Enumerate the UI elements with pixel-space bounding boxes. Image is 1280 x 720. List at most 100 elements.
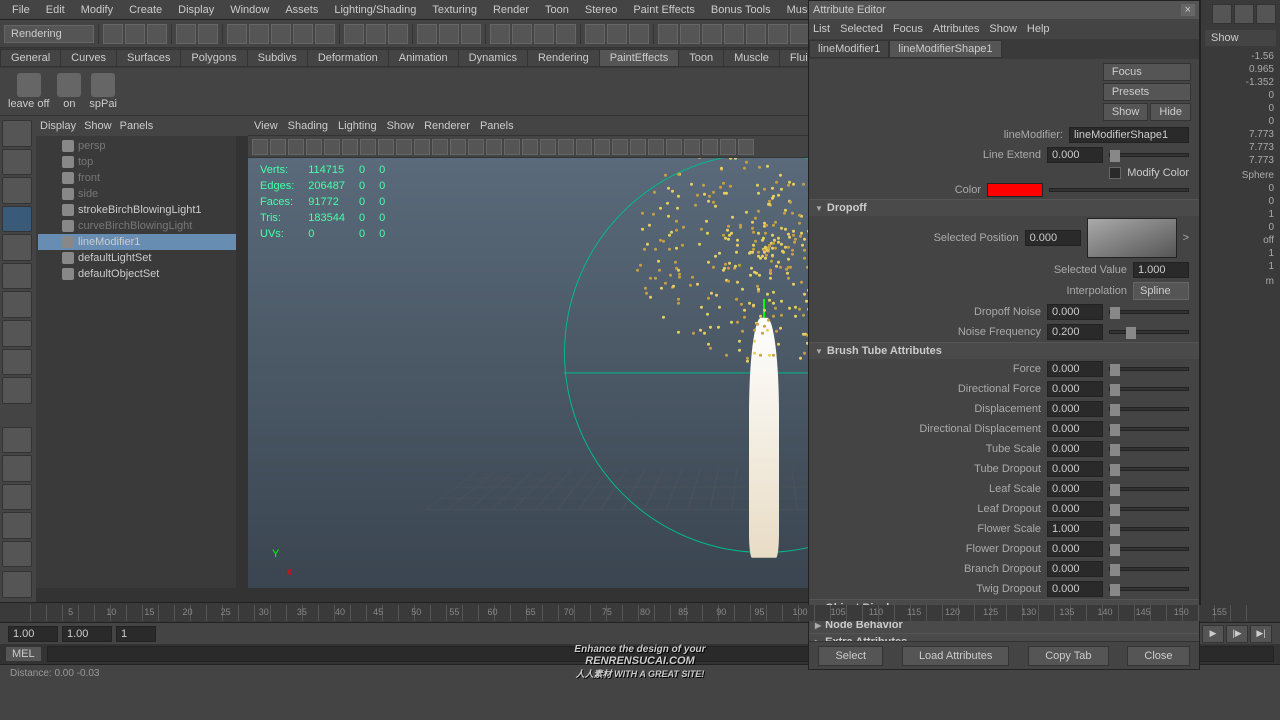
outliner-menu-display[interactable]: Display [40, 120, 76, 132]
brush-tube-section-header[interactable]: Brush Tube Attributes [809, 343, 1199, 359]
save-scene-icon[interactable] [147, 24, 167, 44]
tube_dropout-slider[interactable] [1109, 467, 1189, 471]
misc1-icon[interactable] [658, 24, 678, 44]
last-tool[interactable] [2, 377, 32, 404]
menu-stereo[interactable]: Stereo [577, 4, 625, 16]
outliner-item-curveBirchBlowingLight[interactable]: curveBirchBlowingLight [38, 218, 246, 234]
displacement-field[interactable] [1047, 401, 1103, 417]
construction-icon[interactable] [388, 24, 408, 44]
leaf_dropout-slider[interactable] [1109, 507, 1189, 511]
section-ExtraAttributes[interactable]: Extra Attributes [809, 634, 1199, 641]
vp-icon-15[interactable] [522, 139, 538, 155]
snap-grid-icon[interactable] [227, 24, 247, 44]
noise-freq-slider[interactable] [1109, 330, 1189, 334]
menu-edit[interactable]: Edit [38, 4, 73, 16]
close-icon[interactable]: × [1181, 4, 1195, 16]
leaf_scale-field[interactable] [1047, 481, 1103, 497]
shelf-item-on[interactable]: on [57, 73, 81, 110]
attr-tab-lineModifier1[interactable]: lineModifier1 [809, 40, 889, 58]
cmd-lang-label[interactable]: MEL [6, 647, 41, 661]
shelf-tab-muscle[interactable]: Muscle [723, 49, 780, 67]
vp-icon-2[interactable] [288, 139, 304, 155]
vp-icon-18[interactable] [576, 139, 592, 155]
misc4-icon[interactable] [724, 24, 744, 44]
attr-close-button[interactable]: Close [1127, 646, 1189, 666]
channel-icon[interactable] [1212, 4, 1232, 24]
attr-menu-help[interactable]: Help [1027, 23, 1050, 35]
help-tool-icon[interactable] [2, 571, 32, 598]
dropoff-section-header[interactable]: Dropoff [809, 200, 1199, 216]
directional_force-field[interactable] [1047, 381, 1103, 397]
layout3-icon[interactable] [534, 24, 554, 44]
open-scene-icon[interactable] [125, 24, 145, 44]
vp-icon-16[interactable] [540, 139, 556, 155]
layout-a-icon[interactable] [2, 484, 32, 511]
ipr-render-icon[interactable] [439, 24, 459, 44]
range-start-field[interactable] [8, 626, 58, 642]
misc5-icon[interactable] [746, 24, 766, 44]
outliner-item-strokeBirchBlowingLight1[interactable]: strokeBirchBlowingLight1 [38, 202, 246, 218]
single-view-icon[interactable] [2, 427, 32, 454]
interpolation-dropdown[interactable]: Spline [1133, 282, 1189, 300]
attr-select-button[interactable]: Select [818, 646, 883, 666]
vp-icon-4[interactable] [324, 139, 340, 155]
vp-icon-10[interactable] [432, 139, 448, 155]
vp-icon-12[interactable] [468, 139, 484, 155]
menu-modify[interactable]: Modify [73, 4, 121, 16]
directional_displacement-slider[interactable] [1109, 427, 1189, 431]
attr-load-attributes-button[interactable]: Load Attributes [902, 646, 1009, 666]
vp-icon-26[interactable] [720, 139, 736, 155]
leaf_scale-slider[interactable] [1109, 487, 1189, 491]
attr-menu-show[interactable]: Show [989, 23, 1017, 35]
tube_dropout-field[interactable] [1047, 461, 1103, 477]
line-extend-slider[interactable] [1109, 153, 1189, 157]
shelf-item-spPai[interactable]: spPai [89, 73, 117, 110]
color-swatch[interactable] [987, 183, 1043, 197]
shelf-tab-animation[interactable]: Animation [388, 49, 459, 67]
range-start2-field[interactable] [62, 626, 112, 642]
twig_dropout-slider[interactable] [1109, 587, 1189, 591]
displacement-slider[interactable] [1109, 407, 1189, 411]
shelf-item-leaveoff[interactable]: leave off [8, 73, 49, 110]
force-field[interactable] [1047, 361, 1103, 377]
outliner-menu-panels[interactable]: Panels [120, 120, 154, 132]
layout-c-icon[interactable] [2, 541, 32, 568]
force-slider[interactable] [1109, 367, 1189, 371]
twig_dropout-field[interactable] [1047, 581, 1103, 597]
menu-file[interactable]: File [4, 4, 38, 16]
layout-icon[interactable] [490, 24, 510, 44]
snap-curve-icon[interactable] [249, 24, 269, 44]
menu-assets[interactable]: Assets [277, 4, 326, 16]
vp-icon-17[interactable] [558, 139, 574, 155]
outliner-hscroll[interactable] [36, 588, 248, 602]
attr-tab-lineModifierShape1[interactable]: lineModifierShape1 [889, 40, 1001, 58]
vp-icon-20[interactable] [612, 139, 628, 155]
play-button[interactable]: ▶ [1202, 625, 1224, 643]
vp-icon-23[interactable] [666, 139, 682, 155]
attr-copy-tab-button[interactable]: Copy Tab [1028, 646, 1108, 666]
layout4-icon[interactable] [556, 24, 576, 44]
vp-icon-13[interactable] [486, 139, 502, 155]
color-slider[interactable] [1049, 188, 1189, 192]
outliner-tree[interactable]: persptopfrontsidestrokeBirchBlowingLight… [36, 136, 248, 588]
menu-display[interactable]: Display [170, 4, 222, 16]
vp-icon-21[interactable] [630, 139, 646, 155]
misc6-icon[interactable] [768, 24, 788, 44]
show-manip-tool[interactable] [2, 349, 32, 376]
outliner-item-front[interactable]: front [38, 170, 246, 186]
misc7-icon[interactable] [790, 24, 810, 44]
time-slider[interactable]: 5101520253035404550556065707580859095100… [0, 602, 1280, 622]
dropoff-noise-field[interactable] [1047, 304, 1103, 320]
vp-icon-9[interactable] [414, 139, 430, 155]
soft-mod-tool[interactable] [2, 320, 32, 347]
vp-icon-24[interactable] [684, 139, 700, 155]
vp-icon-11[interactable] [450, 139, 466, 155]
noise-freq-field[interactable] [1047, 324, 1103, 340]
manip-tool[interactable] [2, 291, 32, 318]
leaf_dropout-field[interactable] [1047, 501, 1103, 517]
shelf-tab-subdivs[interactable]: Subdivs [247, 49, 308, 67]
end-button[interactable]: ▶| [1250, 625, 1272, 643]
vp-menu-view[interactable]: View [254, 120, 278, 132]
attr-menu-list[interactable]: List [813, 23, 830, 35]
vp-icon-14[interactable] [504, 139, 520, 155]
